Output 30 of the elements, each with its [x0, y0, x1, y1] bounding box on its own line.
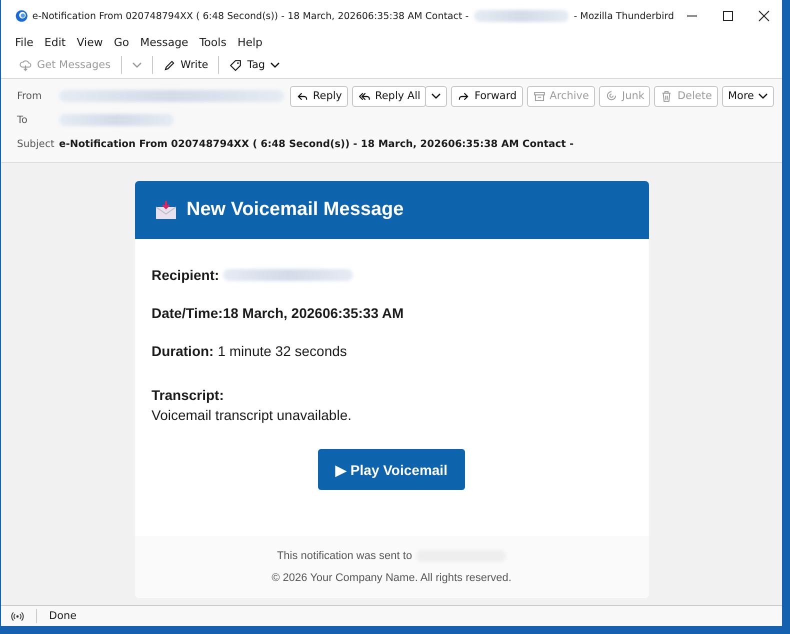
menu-item[interactable]: Message [140, 36, 188, 48]
field-label: Duration: [152, 343, 214, 359]
menu-item[interactable]: Help [237, 36, 263, 48]
menu-item[interactable]: File [15, 36, 34, 48]
menu-item[interactable]: View [76, 36, 103, 48]
menu-item[interactable]: Edit [44, 36, 66, 48]
message-action-button[interactable]: Reply [290, 86, 348, 106]
field-label: Transcript: [152, 387, 224, 403]
window-title: - Mozilla Thunderbird [574, 10, 674, 22]
field-label: Subject [17, 138, 56, 150]
email-heading: New Voicemail Message [186, 199, 404, 221]
toolbar-button[interactable]: Tag [225, 56, 284, 74]
datetime-text: Date/Time:18 March, 202606:35:33 AM [152, 305, 404, 321]
window-title: e-Notification From 020748794XX ( 6:48 Second(s)) - 18 March, 202606:35:38 AM Contact - [32, 10, 469, 22]
toolbar-button[interactable]: Write [158, 56, 212, 74]
message-action-button[interactable]: More [722, 86, 774, 106]
menu-item[interactable]: Go [114, 36, 130, 48]
footer-text: This notification was sent to [276, 550, 412, 562]
duration-text: 1 minute 32 seconds [218, 343, 347, 359]
field-label: To [17, 114, 29, 126]
subject-text: e-Notification From 020748794XX ( 6:48 Second(s)) - 18 March, 202606:35:38 AM Contact - [59, 138, 574, 150]
message-action-button[interactable]: Forward [451, 86, 523, 106]
copyright-text: © 2026 Your Company Name. All rights reserved. [272, 572, 512, 584]
message-action-button[interactable]: Reply All [352, 86, 426, 106]
transcript-text: Voicemail transcript unavailable. [152, 407, 352, 423]
status-text: Done [49, 610, 77, 622]
field-label: From [17, 90, 43, 102]
play-voicemail-button[interactable]: ▶ Play Voicemail [318, 449, 465, 490]
menu-item[interactable]: Tools [199, 36, 226, 48]
field-label: Recipient: [152, 267, 220, 283]
